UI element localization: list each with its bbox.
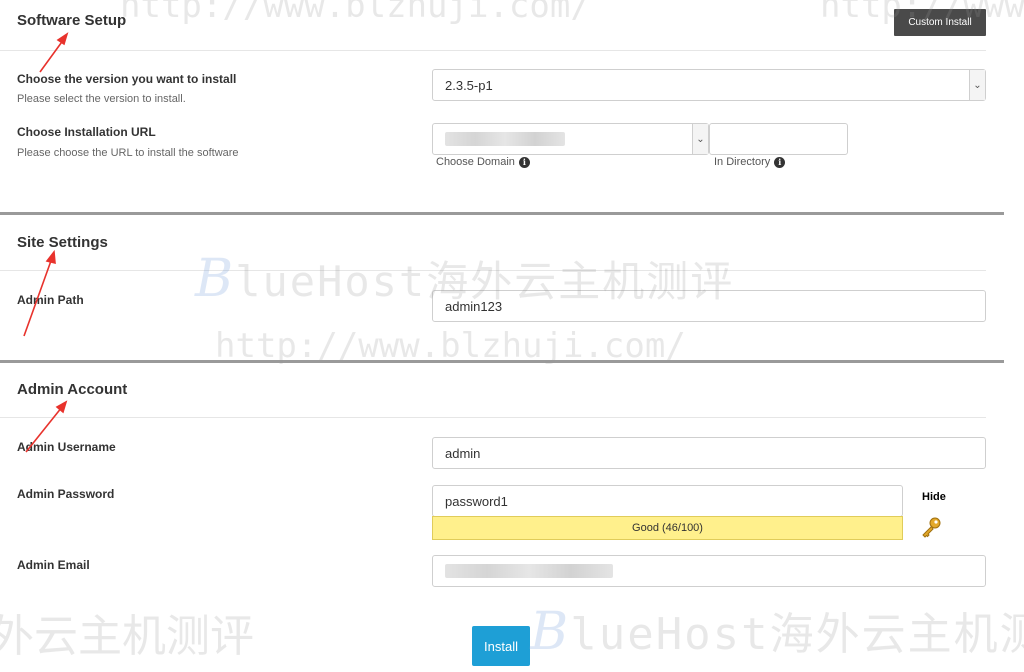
install-url-label: Choose Installation URL	[17, 125, 156, 139]
divider	[0, 50, 986, 51]
annotation-arrow	[39, 38, 65, 73]
info-icon[interactable]: i	[774, 156, 786, 168]
section-divider	[0, 360, 1004, 363]
section-title-site-settings: Site Settings	[17, 234, 108, 251]
directory-caption-text: In Directory	[714, 156, 771, 168]
section-divider	[0, 212, 1004, 215]
admin-email-input[interactable]	[432, 555, 986, 587]
admin-password-value: password1	[445, 493, 508, 509]
watermark-url: http://www.blzhuji.com/	[120, 0, 591, 26]
annotation-arrowhead	[45, 249, 56, 265]
admin-email-value-redacted	[445, 564, 613, 578]
password-strength-meter: Good (46/100)	[432, 516, 903, 540]
admin-password-input[interactable]: password1	[432, 485, 903, 517]
directory-input[interactable]	[709, 123, 848, 155]
install-button[interactable]: Install	[472, 626, 530, 666]
watermark-brand-bottom-right: BlueHost海外云主机测	[530, 598, 1024, 662]
admin-path-label: Admin Path	[17, 293, 84, 307]
watermark-brand-initial: B	[530, 602, 571, 662]
watermark-brand-text: lueHost海外云主机测	[570, 609, 1024, 660]
domain-caption-text: Choose Domain	[436, 156, 515, 168]
directory-caption: In Directory i	[714, 156, 786, 168]
version-select[interactable]: 2.3.5-p1 ⌄	[432, 69, 986, 101]
version-select-value: 2.3.5-p1	[445, 77, 493, 93]
install-url-hint: Please choose the URL to install the sof…	[17, 147, 239, 159]
divider	[0, 270, 986, 271]
watermark-brand-initial: B	[195, 249, 236, 309]
section-title-admin-account: Admin Account	[17, 381, 128, 398]
section-title-software-setup: Software Setup	[17, 12, 127, 29]
custom-install-button[interactable]: Custom Install	[894, 9, 986, 36]
admin-username-input[interactable]: admin	[432, 437, 986, 469]
admin-username-label: Admin Username	[17, 440, 116, 454]
admin-path-input[interactable]: admin123	[432, 290, 986, 322]
version-hint: Please select the version to install.	[17, 93, 186, 105]
domain-caption: Choose Domain i	[436, 156, 530, 168]
chevron-down-icon[interactable]: ⌄	[692, 124, 708, 154]
key-icon[interactable]	[920, 515, 944, 539]
hide-password-link[interactable]: Hide	[922, 491, 946, 503]
annotation-arrowhead	[55, 400, 68, 414]
divider	[0, 417, 986, 418]
admin-path-value: admin123	[445, 298, 503, 314]
domain-select[interactable]: ⌄	[432, 123, 709, 155]
admin-password-label: Admin Password	[17, 487, 115, 501]
version-label: Choose the version you want to install	[17, 72, 237, 86]
admin-username-value: admin	[445, 445, 481, 461]
chevron-down-icon[interactable]: ⌄	[969, 70, 985, 100]
annotation-arrowhead	[56, 32, 69, 46]
info-icon[interactable]: i	[518, 156, 530, 168]
domain-select-value-redacted	[445, 132, 565, 146]
watermark-brand-bottom-left: 外云主机测评	[0, 611, 254, 662]
admin-email-label: Admin Email	[17, 558, 90, 572]
